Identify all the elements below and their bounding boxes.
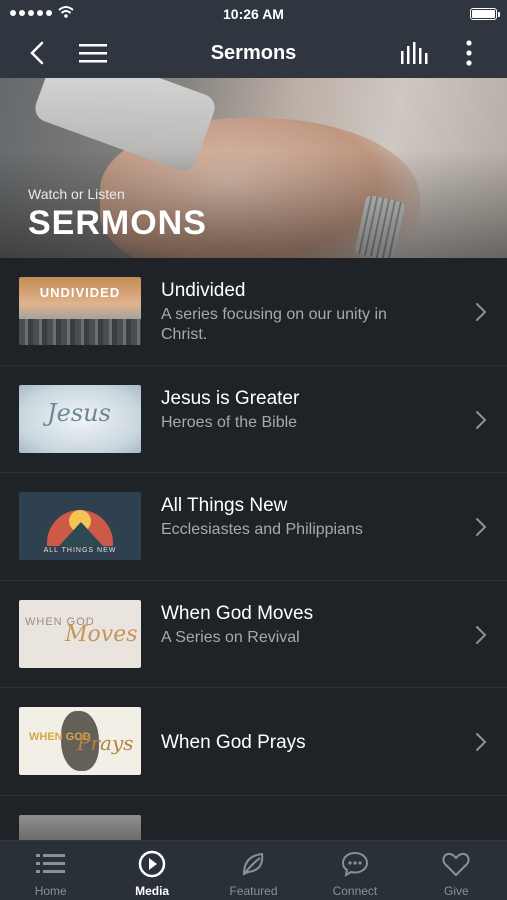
tab-label: Connect	[332, 884, 378, 898]
sermon-list: UNDIVIDED Undivided A series focusing on…	[0, 258, 507, 900]
hero-title: SERMONS	[28, 204, 207, 242]
sermon-thumbnail: UNDIVIDED	[19, 277, 141, 345]
sermon-thumbnail	[19, 814, 141, 841]
sermon-row-when-god-prays[interactable]: WHEN GOD Prays When God Prays	[0, 688, 507, 796]
sermon-row-undivided[interactable]: UNDIVIDED Undivided A series focusing on…	[0, 258, 507, 366]
sermon-thumbnail: Jesus	[19, 384, 141, 453]
sermon-title: Undivided	[161, 280, 246, 301]
sermon-row-jesus-is-greater[interactable]: Jesus Jesus is Greater Heroes of the Bib…	[0, 366, 507, 473]
status-time: 10:26 AM	[223, 6, 284, 22]
tab-featured[interactable]: Featured	[203, 841, 304, 900]
sermon-description: A Series on Revival	[161, 628, 300, 646]
tab-label: Give	[443, 884, 469, 898]
sermon-row-all-things-new[interactable]: ALL THINGS NEW All Things New Ecclesiast…	[0, 473, 507, 581]
equalizer-icon	[401, 42, 428, 64]
tab-give[interactable]: Give	[406, 841, 507, 900]
tab-media[interactable]: Media	[101, 841, 202, 900]
sermon-description: Ecclesiastes and Philippians	[161, 521, 363, 538]
sermon-title: Jesus is Greater	[161, 387, 300, 409]
heart-icon	[442, 852, 470, 877]
battery-icon	[470, 8, 500, 20]
tab-bar: Home Media Featured Connect Give	[0, 840, 507, 900]
play-icon	[138, 850, 166, 878]
audio-button[interactable]	[398, 36, 432, 70]
sermon-title: When God Prays	[161, 732, 306, 753]
tab-home[interactable]: Home	[0, 841, 101, 900]
chevron-right-icon	[476, 303, 487, 321]
tab-label: Featured	[229, 884, 278, 898]
tab-label: Media	[135, 884, 170, 898]
tab-connect[interactable]: Connect	[304, 841, 405, 900]
sermon-row-when-god-moves[interactable]: WHEN GOD Moves When God Moves A Series o…	[0, 581, 507, 688]
status-bar: 10:26 AM	[0, 0, 507, 28]
sermon-title: All Things New	[161, 495, 288, 516]
sermon-thumbnail: ALL THINGS NEW	[19, 492, 141, 560]
tab-label: Home	[34, 884, 67, 898]
sermon-description: A series focusing on our unity in Christ…	[161, 306, 387, 343]
hero-subtitle: Watch or Listen	[28, 186, 125, 202]
chevron-right-icon	[476, 410, 487, 429]
leaf-icon	[242, 852, 263, 876]
sermon-thumbnail: WHEN GOD Moves	[19, 599, 141, 668]
sermon-description: Heroes of the Bible	[161, 413, 298, 431]
more-vertical-icon	[466, 40, 472, 66]
hero-banner: Watch or Listen SERMONS	[0, 78, 507, 258]
more-button[interactable]	[452, 36, 486, 70]
nav-bar: Sermons	[0, 28, 507, 78]
chevron-right-icon	[476, 625, 487, 644]
sermon-title: When God Moves	[161, 602, 314, 624]
list-icon	[35, 854, 65, 873]
sermon-thumbnail: WHEN GOD Prays	[19, 707, 141, 775]
chat-icon	[341, 851, 368, 878]
chevron-right-icon	[476, 518, 487, 536]
chevron-right-icon	[476, 733, 487, 751]
